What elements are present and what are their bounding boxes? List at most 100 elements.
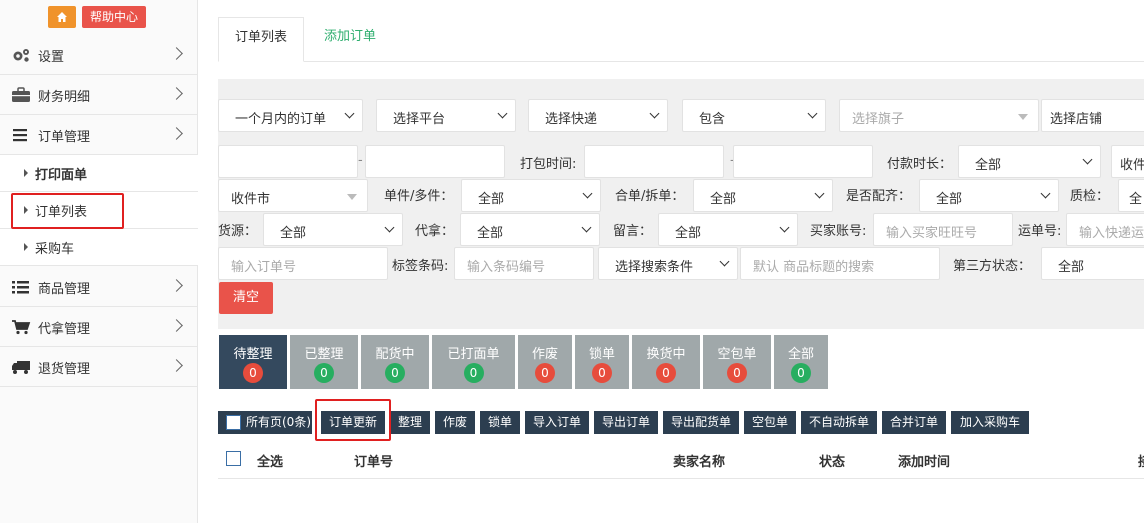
shop-select[interactable]: 选择店铺 bbox=[1041, 99, 1144, 132]
tab-order-list[interactable]: 订单列表 bbox=[218, 17, 305, 62]
sidebar-item-returns[interactable]: 退货管理 bbox=[0, 347, 198, 387]
contains-select[interactable]: 包含 bbox=[682, 99, 826, 132]
header-add-time: 添加时间 bbox=[898, 455, 951, 470]
qc-select[interactable]: 全 bbox=[1118, 179, 1144, 212]
receiver-city-select[interactable]: 收件市 bbox=[218, 179, 368, 212]
status-tab-all[interactable]: 全部 0 bbox=[774, 335, 828, 389]
list-bullets-icon bbox=[12, 281, 29, 294]
proxy-select[interactable]: 全部 bbox=[460, 213, 600, 246]
import-orders-button[interactable]: 导入订单 bbox=[525, 411, 589, 434]
order-number-input[interactable]: 输入订单号 bbox=[218, 247, 388, 280]
export-picking-list-button[interactable]: 导出配货单 bbox=[663, 411, 739, 434]
express-select[interactable]: 选择快递 bbox=[528, 99, 668, 132]
help-center-button[interactable]: 帮助中心 bbox=[82, 6, 146, 28]
status-tab-locked[interactable]: 锁单 0 bbox=[575, 335, 629, 389]
pack-time-label: 打包时间: bbox=[520, 157, 577, 172]
chevron-down-icon bbox=[384, 222, 395, 233]
sidebar-item-finance[interactable]: 财务明细 bbox=[0, 75, 198, 115]
barcode-input[interactable]: 输入条码编号 bbox=[454, 247, 594, 280]
date-start-input[interactable] bbox=[218, 145, 358, 178]
chevron-down-icon bbox=[719, 256, 730, 267]
platform-select[interactable]: 选择平台 bbox=[376, 99, 516, 132]
home-button[interactable] bbox=[48, 6, 76, 28]
message-select[interactable]: 全部 bbox=[658, 213, 798, 246]
table-header-divider bbox=[218, 478, 1144, 479]
chevron-right-icon bbox=[170, 87, 183, 100]
waybill-label: 运单号: bbox=[1018, 224, 1062, 239]
header-seller-name: 卖家名称 bbox=[673, 455, 726, 470]
waybill-input[interactable]: 输入快递运 bbox=[1066, 213, 1144, 246]
cart-icon bbox=[12, 320, 31, 335]
gears-icon bbox=[13, 49, 29, 62]
buyer-account-input[interactable]: 输入买家旺旺号 bbox=[873, 213, 1013, 246]
pack-time-end-input[interactable] bbox=[733, 145, 873, 178]
merge-split-select[interactable]: 全部 bbox=[693, 179, 833, 212]
sidebar-sub-item-label: 打印面单 bbox=[35, 168, 88, 183]
sidebar-sub-item-print-waybill[interactable]: 打印面单 bbox=[0, 155, 198, 192]
search-condition-select[interactable]: 选择搜索条件 bbox=[598, 247, 738, 280]
chevron-down-icon bbox=[1082, 154, 1093, 165]
sort-button[interactable]: 整理 bbox=[390, 411, 430, 434]
third-party-status-select[interactable]: 全部 bbox=[1041, 247, 1144, 280]
sidebar-item-settings[interactable]: 设置 bbox=[0, 35, 198, 75]
sidebar-sub-item-label: 采购车 bbox=[35, 242, 75, 257]
merge-orders-button[interactable]: 合并订单 bbox=[882, 411, 946, 434]
select-all-checkbox[interactable] bbox=[226, 451, 241, 466]
caret-right-icon bbox=[24, 243, 28, 251]
no-auto-split-button[interactable]: 不自动拆单 bbox=[801, 411, 877, 434]
status-count-badge: 0 bbox=[463, 363, 484, 383]
source-label: 货源： bbox=[218, 224, 258, 239]
source-select[interactable]: 全部 bbox=[263, 213, 403, 246]
chevron-down-icon bbox=[581, 222, 592, 233]
void-button[interactable]: 作废 bbox=[435, 411, 475, 434]
status-tab-picking[interactable]: 配货中 0 bbox=[361, 335, 429, 389]
receiver-province-select[interactable]: 收件 bbox=[1111, 145, 1144, 178]
add-to-cart-button[interactable]: 加入采购车 bbox=[951, 411, 1029, 434]
pack-time-start-input[interactable] bbox=[584, 145, 724, 178]
status-tab-sorted[interactable]: 已整理 0 bbox=[290, 335, 358, 389]
status-tab-pending[interactable]: 待整理 0 bbox=[219, 335, 287, 389]
title-search-input[interactable]: 默认 商品标题的搜索 bbox=[740, 247, 940, 280]
empty-package-button[interactable]: 空包单 bbox=[744, 411, 796, 434]
lock-button[interactable]: 锁单 bbox=[480, 411, 520, 434]
header-select-all: 全选 bbox=[257, 455, 284, 470]
caret-right-icon bbox=[24, 169, 28, 177]
sidebar-item-label: 财务明细 bbox=[38, 90, 91, 105]
match-select[interactable]: 全部 bbox=[919, 179, 1059, 212]
export-orders-button[interactable]: 导出订单 bbox=[594, 411, 658, 434]
buyer-account-label: 买家账号: bbox=[810, 224, 867, 239]
clear-button[interactable]: 清空 bbox=[219, 282, 273, 314]
status-tab-empty-package[interactable]: 空包单 0 bbox=[703, 335, 771, 389]
chevron-right-icon bbox=[170, 47, 183, 60]
chevron-down-icon bbox=[497, 108, 508, 119]
chevron-down-icon bbox=[649, 108, 660, 119]
chevron-down-icon bbox=[344, 108, 355, 119]
header-truncated: 接 bbox=[1138, 451, 1144, 470]
sidebar-item-label: 设置 bbox=[38, 50, 65, 65]
tab-add-order[interactable]: 添加订单 bbox=[308, 17, 392, 62]
highlight-box bbox=[315, 399, 391, 441]
date-end-input[interactable] bbox=[365, 145, 505, 178]
pay-duration-label: 付款时长： bbox=[887, 157, 953, 172]
status-tab-exchanging[interactable]: 换货中 0 bbox=[632, 335, 700, 389]
all-pages-checkbox[interactable] bbox=[226, 415, 241, 430]
header-status: 状态 bbox=[819, 455, 846, 470]
flag-select[interactable]: 选择旗子 bbox=[839, 99, 1039, 132]
proxy-label: 代拿： bbox=[415, 224, 455, 239]
sidebar-sub-item-purchase-cart[interactable]: 采购车 bbox=[0, 229, 198, 266]
sidebar-item-products[interactable]: 商品管理 bbox=[0, 267, 198, 307]
sidebar-item-proxy[interactable]: 代拿管理 bbox=[0, 307, 198, 347]
filter-panel: 一个月内的订单 选择平台 选择快递 包含 选择旗子 选择店铺 - 打包时间: -… bbox=[218, 79, 1144, 329]
status-tab-printed[interactable]: 已打面单 0 bbox=[432, 335, 515, 389]
sidebar-item-orders[interactable]: 订单管理 bbox=[0, 115, 198, 155]
period-select[interactable]: 一个月内的订单 bbox=[218, 99, 363, 132]
sidebar-item-label: 代拿管理 bbox=[38, 322, 91, 337]
status-count-badge: 0 bbox=[243, 363, 263, 383]
chevron-down-icon bbox=[1040, 188, 1051, 199]
range-separator: - bbox=[358, 153, 363, 168]
chevron-down-icon bbox=[814, 188, 825, 199]
single-multi-select[interactable]: 全部 bbox=[461, 179, 601, 212]
pay-duration-select[interactable]: 全部 bbox=[958, 145, 1101, 178]
sidebar-item-label: 订单管理 bbox=[38, 130, 91, 145]
status-tab-void[interactable]: 作废 0 bbox=[518, 335, 572, 389]
